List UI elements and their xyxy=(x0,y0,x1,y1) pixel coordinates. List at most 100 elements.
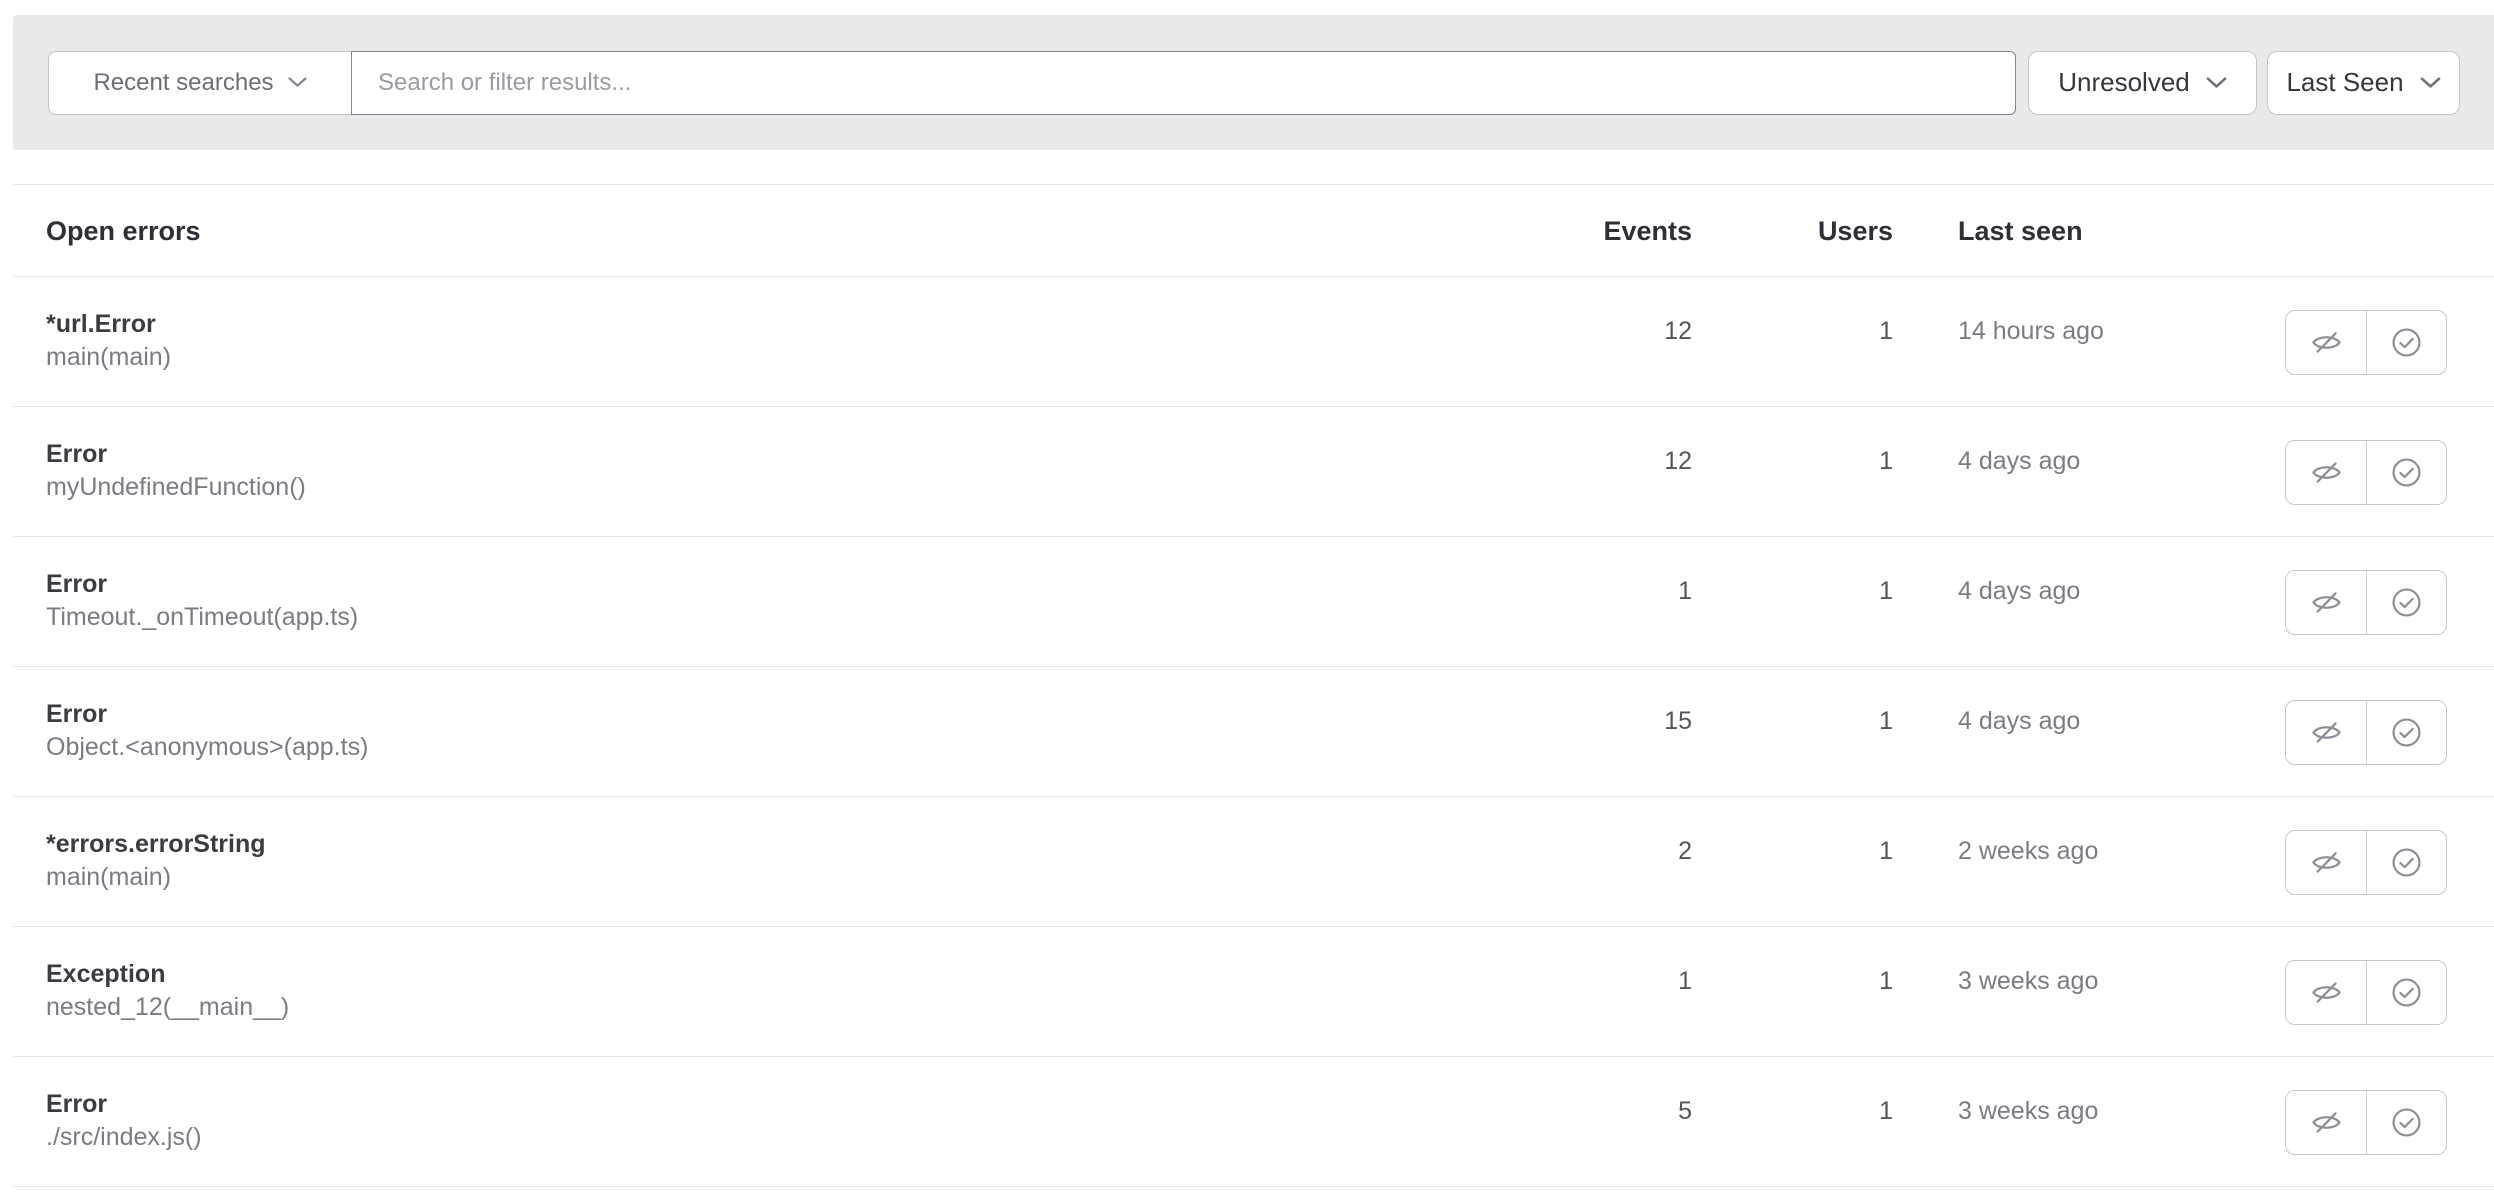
resolve-button[interactable] xyxy=(2366,441,2446,504)
column-header-users: Users xyxy=(1818,216,1893,247)
check-circle-icon xyxy=(2390,716,2423,749)
eye-off-icon xyxy=(2310,586,2343,619)
events-count: 12 xyxy=(1664,447,1692,476)
issue-rows: *url.Error main(main) 12 1 14 hours ago … xyxy=(13,277,2494,1187)
users-count: 1 xyxy=(1879,967,1893,996)
search-input[interactable] xyxy=(351,51,2016,115)
check-circle-icon xyxy=(2390,456,2423,489)
events-count: 2 xyxy=(1678,837,1692,866)
sort-filter-dropdown[interactable]: Last Seen xyxy=(2267,51,2460,115)
last-seen-value: 3 weeks ago xyxy=(1958,967,2098,996)
users-count: 1 xyxy=(1879,317,1893,346)
ignore-button[interactable] xyxy=(2286,571,2366,634)
last-seen-value: 4 days ago xyxy=(1958,447,2080,476)
status-filter-label: Unresolved xyxy=(2058,67,2190,98)
error-title[interactable]: Exception xyxy=(46,958,289,991)
chevron-down-icon xyxy=(2420,77,2441,89)
row-action-group xyxy=(2285,310,2447,375)
issue-text-block: *url.Error main(main) xyxy=(46,308,171,374)
issue-text-block: *errors.errorString main(main) xyxy=(46,828,266,894)
check-circle-icon xyxy=(2390,1106,2423,1139)
error-title[interactable]: Error xyxy=(46,438,306,471)
search-group: Recent searches xyxy=(48,51,2016,115)
status-filter-dropdown[interactable]: Unresolved xyxy=(2028,51,2257,115)
row-action-group xyxy=(2285,440,2447,505)
row-action-group xyxy=(2285,1090,2447,1155)
eye-off-icon xyxy=(2310,846,2343,879)
row-action-group xyxy=(2285,830,2447,895)
resolve-button[interactable] xyxy=(2366,1091,2446,1154)
column-header-last-seen: Last seen xyxy=(1958,216,2083,247)
check-circle-icon xyxy=(2390,846,2423,879)
table-row[interactable]: *url.Error main(main) 12 1 14 hours ago xyxy=(13,277,2494,407)
error-culprit: Object.<anonymous>(app.ts) xyxy=(46,731,368,764)
error-culprit: myUndefinedFunction() xyxy=(46,471,306,504)
check-circle-icon xyxy=(2390,976,2423,1009)
resolve-button[interactable] xyxy=(2366,701,2446,764)
issue-text-block: Error Timeout._onTimeout(app.ts) xyxy=(46,568,358,634)
ignore-button[interactable] xyxy=(2286,441,2366,504)
users-count: 1 xyxy=(1879,447,1893,476)
users-count: 1 xyxy=(1879,577,1893,606)
recent-searches-dropdown[interactable]: Recent searches xyxy=(48,51,351,115)
last-seen-value: 4 days ago xyxy=(1958,707,2080,736)
error-culprit: main(main) xyxy=(46,861,266,894)
eye-off-icon xyxy=(2310,326,2343,359)
events-count: 1 xyxy=(1678,577,1692,606)
eye-off-icon xyxy=(2310,456,2343,489)
table-row[interactable]: Error myUndefinedFunction() 12 1 4 days … xyxy=(13,407,2494,537)
error-title[interactable]: *errors.errorString xyxy=(46,828,266,861)
row-action-group xyxy=(2285,960,2447,1025)
resolve-button[interactable] xyxy=(2366,831,2446,894)
error-title[interactable]: Error xyxy=(46,698,368,731)
check-circle-icon xyxy=(2390,586,2423,619)
ignore-button[interactable] xyxy=(2286,701,2366,764)
resolve-button[interactable] xyxy=(2366,571,2446,634)
users-count: 1 xyxy=(1879,837,1893,866)
check-circle-icon xyxy=(2390,326,2423,359)
events-count: 12 xyxy=(1664,317,1692,346)
table-row[interactable]: Error ./src/index.js() 5 1 3 weeks ago xyxy=(13,1057,2494,1187)
resolve-button[interactable] xyxy=(2366,961,2446,1024)
events-count: 5 xyxy=(1678,1097,1692,1126)
row-action-group xyxy=(2285,570,2447,635)
resolve-button[interactable] xyxy=(2366,311,2446,374)
error-culprit: Timeout._onTimeout(app.ts) xyxy=(46,601,358,634)
error-title[interactable]: *url.Error xyxy=(46,308,171,341)
column-header-events: Events xyxy=(1603,216,1692,247)
error-title[interactable]: Error xyxy=(46,1088,202,1121)
table-title: Open errors xyxy=(46,216,201,247)
table-row[interactable]: Error Object.<anonymous>(app.ts) 15 1 4 … xyxy=(13,667,2494,797)
ignore-button[interactable] xyxy=(2286,1091,2366,1154)
error-culprit: main(main) xyxy=(46,341,171,374)
error-culprit: ./src/index.js() xyxy=(46,1121,202,1154)
table-row[interactable]: Exception nested_12(__main__) 1 1 3 week… xyxy=(13,927,2494,1057)
error-title[interactable]: Error xyxy=(46,568,358,601)
table-header: Open errors Events Users Last seen xyxy=(13,185,2494,277)
row-action-group xyxy=(2285,700,2447,765)
issue-text-block: Exception nested_12(__main__) xyxy=(46,958,289,1024)
issue-text-block: Error myUndefinedFunction() xyxy=(46,438,306,504)
eye-off-icon xyxy=(2310,976,2343,1009)
ignore-button[interactable] xyxy=(2286,311,2366,374)
events-count: 1 xyxy=(1678,967,1692,996)
eye-off-icon xyxy=(2310,1106,2343,1139)
issues-table: Open errors Events Users Last seen *url.… xyxy=(13,184,2494,1187)
last-seen-value: 14 hours ago xyxy=(1958,317,2104,346)
chevron-down-icon xyxy=(288,77,307,88)
last-seen-value: 4 days ago xyxy=(1958,577,2080,606)
sort-filter-label: Last Seen xyxy=(2286,67,2403,98)
ignore-button[interactable] xyxy=(2286,961,2366,1024)
recent-searches-label: Recent searches xyxy=(93,69,273,97)
issue-text-block: Error ./src/index.js() xyxy=(46,1088,202,1154)
last-seen-value: 3 weeks ago xyxy=(1958,1097,2098,1126)
events-count: 15 xyxy=(1664,707,1692,736)
users-count: 1 xyxy=(1879,707,1893,736)
filter-bar: Recent searches Unresolved Last Seen xyxy=(13,15,2494,150)
users-count: 1 xyxy=(1879,1097,1893,1126)
table-row[interactable]: Error Timeout._onTimeout(app.ts) 1 1 4 d… xyxy=(13,537,2494,667)
ignore-button[interactable] xyxy=(2286,831,2366,894)
table-row[interactable]: *errors.errorString main(main) 2 1 2 wee… xyxy=(13,797,2494,927)
last-seen-value: 2 weeks ago xyxy=(1958,837,2098,866)
issue-text-block: Error Object.<anonymous>(app.ts) xyxy=(46,698,368,764)
